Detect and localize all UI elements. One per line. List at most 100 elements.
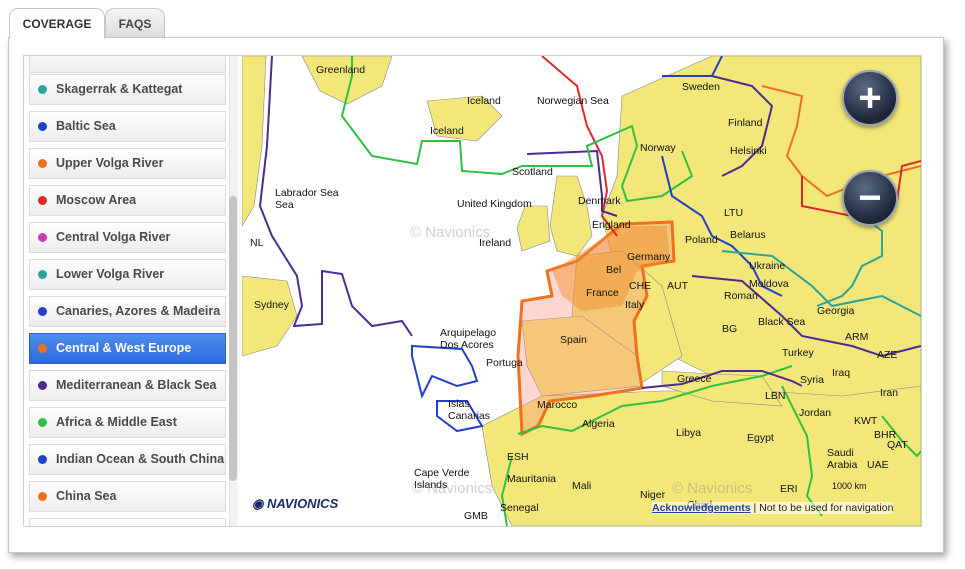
label-syria: Syria bbox=[800, 374, 824, 386]
logo-text: NAVIONICS bbox=[266, 496, 339, 511]
acknowledgements-link[interactable]: Acknowledgements bbox=[652, 502, 751, 514]
region-label: Mediterranean & Black Sea bbox=[56, 378, 217, 392]
label-senegal: Senegal bbox=[500, 502, 539, 514]
label-libya: Libya bbox=[676, 427, 701, 439]
logo-mark-icon: ◉ bbox=[252, 496, 267, 511]
label-bel: Bel bbox=[606, 264, 621, 276]
map-attribution: Acknowledgements | Not to be used for na… bbox=[652, 502, 894, 514]
label-saudi: Saudi bbox=[827, 447, 854, 459]
region-label: Canaries, Azores & Madeira bbox=[56, 304, 221, 318]
label-belarus: Belarus bbox=[730, 229, 766, 241]
label-poland: Poland bbox=[685, 234, 718, 246]
map-watermark: © Navionics bbox=[410, 224, 491, 241]
label-norwegian-sea: Norwegian Sea bbox=[537, 95, 609, 107]
region-list: Skagerrak & Kattegat Baltic Sea Upper Vo… bbox=[24, 56, 242, 526]
region-item[interactable]: Africa & Middle East bbox=[29, 407, 226, 438]
label-marocco: Marocco bbox=[537, 399, 577, 411]
label-black-sea: Black Sea bbox=[758, 316, 805, 328]
label-france: France bbox=[586, 287, 619, 299]
region-label: Upper Volga River bbox=[56, 156, 164, 170]
map-watermark: © Navionics bbox=[412, 480, 493, 497]
region-label: Central & West Europe bbox=[56, 341, 192, 355]
label-niger: Niger bbox=[640, 489, 666, 501]
label-scotland: Scotland bbox=[512, 166, 553, 178]
region-color-dot bbox=[38, 418, 47, 427]
region-item[interactable]: Indian Ocean & South China... bbox=[29, 444, 226, 475]
label-italy: Italy bbox=[625, 299, 645, 311]
region-item-partial[interactable] bbox=[29, 518, 226, 526]
tab-faqs[interactable]: FAQS bbox=[105, 8, 165, 38]
region-item[interactable]: Upper Volga River bbox=[29, 148, 226, 179]
label-canarias: Canarias bbox=[448, 410, 490, 422]
label-ltu: LTU bbox=[724, 207, 743, 219]
region-item-partial[interactable] bbox=[29, 56, 226, 73]
coverage-map[interactable]: Greenland Iceland Iceland Norwegian Sea … bbox=[242, 56, 921, 526]
region-color-dot bbox=[38, 344, 47, 353]
scale-bar: 1000 km bbox=[832, 481, 867, 491]
label-sea: Sea bbox=[275, 199, 294, 211]
region-color-dot bbox=[38, 381, 47, 390]
map-canvas: Greenland Iceland Iceland Norwegian Sea … bbox=[242, 56, 921, 526]
label-moldova: Moldova bbox=[749, 278, 789, 290]
label-mali: Mali bbox=[572, 480, 591, 492]
label-algeria: Algeria bbox=[582, 418, 615, 430]
label-united-kingdom: United Kingdom bbox=[457, 198, 532, 210]
label-uae: UAE bbox=[867, 459, 889, 471]
list-scrollbar-thumb[interactable] bbox=[229, 196, 237, 481]
label-gmb: GMB bbox=[464, 510, 488, 522]
label-sydney: Sydney bbox=[254, 299, 290, 311]
label-greece: Greece bbox=[677, 373, 712, 385]
region-color-dot bbox=[38, 307, 47, 316]
region-item[interactable]: Mediterranean & Black Sea bbox=[29, 370, 226, 401]
region-item[interactable]: Lower Volga River bbox=[29, 259, 226, 290]
label-germany: Germany bbox=[627, 251, 671, 263]
label-ukraine: Ukraine bbox=[749, 260, 785, 272]
label-mauritania: Mauritania bbox=[507, 473, 556, 485]
region-label: China Sea bbox=[56, 489, 117, 503]
label-cape-verde: Cape Verde bbox=[414, 467, 470, 479]
region-color-dot bbox=[38, 270, 47, 279]
tab-coverage[interactable]: COVERAGE bbox=[9, 8, 105, 39]
navionics-logo: ◉ NAVIONICS bbox=[252, 496, 338, 512]
region-label: Indian Ocean & South China... bbox=[56, 452, 226, 466]
region-color-dot bbox=[38, 455, 47, 464]
label-sweden: Sweden bbox=[682, 81, 720, 93]
label-egypt: Egypt bbox=[747, 432, 774, 444]
zoom-out-button[interactable]: − bbox=[842, 170, 898, 226]
attribution-text: | Not to be used for navigation bbox=[753, 502, 894, 514]
label-aut: AUT bbox=[667, 280, 689, 292]
label-finland: Finland bbox=[728, 117, 763, 129]
region-label: Africa & Middle East bbox=[56, 415, 177, 429]
region-item[interactable]: Skagerrak & Kattegat bbox=[29, 74, 226, 105]
region-color-dot bbox=[38, 85, 47, 94]
region-item[interactable]: Central Volga River bbox=[29, 222, 226, 253]
region-item[interactable]: Canaries, Azores & Madeira bbox=[29, 296, 226, 327]
zoom-in-button[interactable]: + bbox=[842, 70, 898, 126]
label-labrador-sea: Labrador Sea bbox=[275, 187, 339, 199]
region-label: Lower Volga River bbox=[56, 267, 165, 281]
label-bg: BG bbox=[722, 323, 737, 335]
label-roman: Roman bbox=[724, 290, 758, 302]
label-norway: Norway bbox=[640, 142, 676, 154]
label-arm: ARM bbox=[845, 331, 868, 343]
region-color-dot bbox=[38, 233, 47, 242]
region-item[interactable]: Moscow Area bbox=[29, 185, 226, 216]
label-georgia: Georgia bbox=[817, 305, 855, 317]
label-islas: Islas bbox=[448, 398, 470, 410]
region-color-dot bbox=[38, 196, 47, 205]
label-greenland: Greenland bbox=[316, 64, 365, 76]
label-helsinki: Helsinki bbox=[730, 145, 767, 157]
region-label: Central Volga River bbox=[56, 230, 171, 244]
label-england: England bbox=[592, 219, 631, 231]
region-label: Skagerrak & Kattegat bbox=[56, 82, 183, 96]
region-item[interactable]: Baltic Sea bbox=[29, 111, 226, 142]
region-color-dot bbox=[38, 159, 47, 168]
coverage-panel: Skagerrak & Kattegat Baltic Sea Upper Vo… bbox=[23, 55, 922, 527]
label-dos-acores: Dos Acores bbox=[440, 339, 494, 351]
label-spain: Spain bbox=[560, 334, 587, 346]
scale-label: 1000 km bbox=[832, 481, 867, 491]
label-lbn: LBN bbox=[765, 390, 785, 402]
label-arabia: Arabia bbox=[827, 459, 858, 471]
region-item[interactable]: China Sea bbox=[29, 481, 226, 512]
region-item-selected[interactable]: Central & West Europe bbox=[29, 333, 226, 364]
